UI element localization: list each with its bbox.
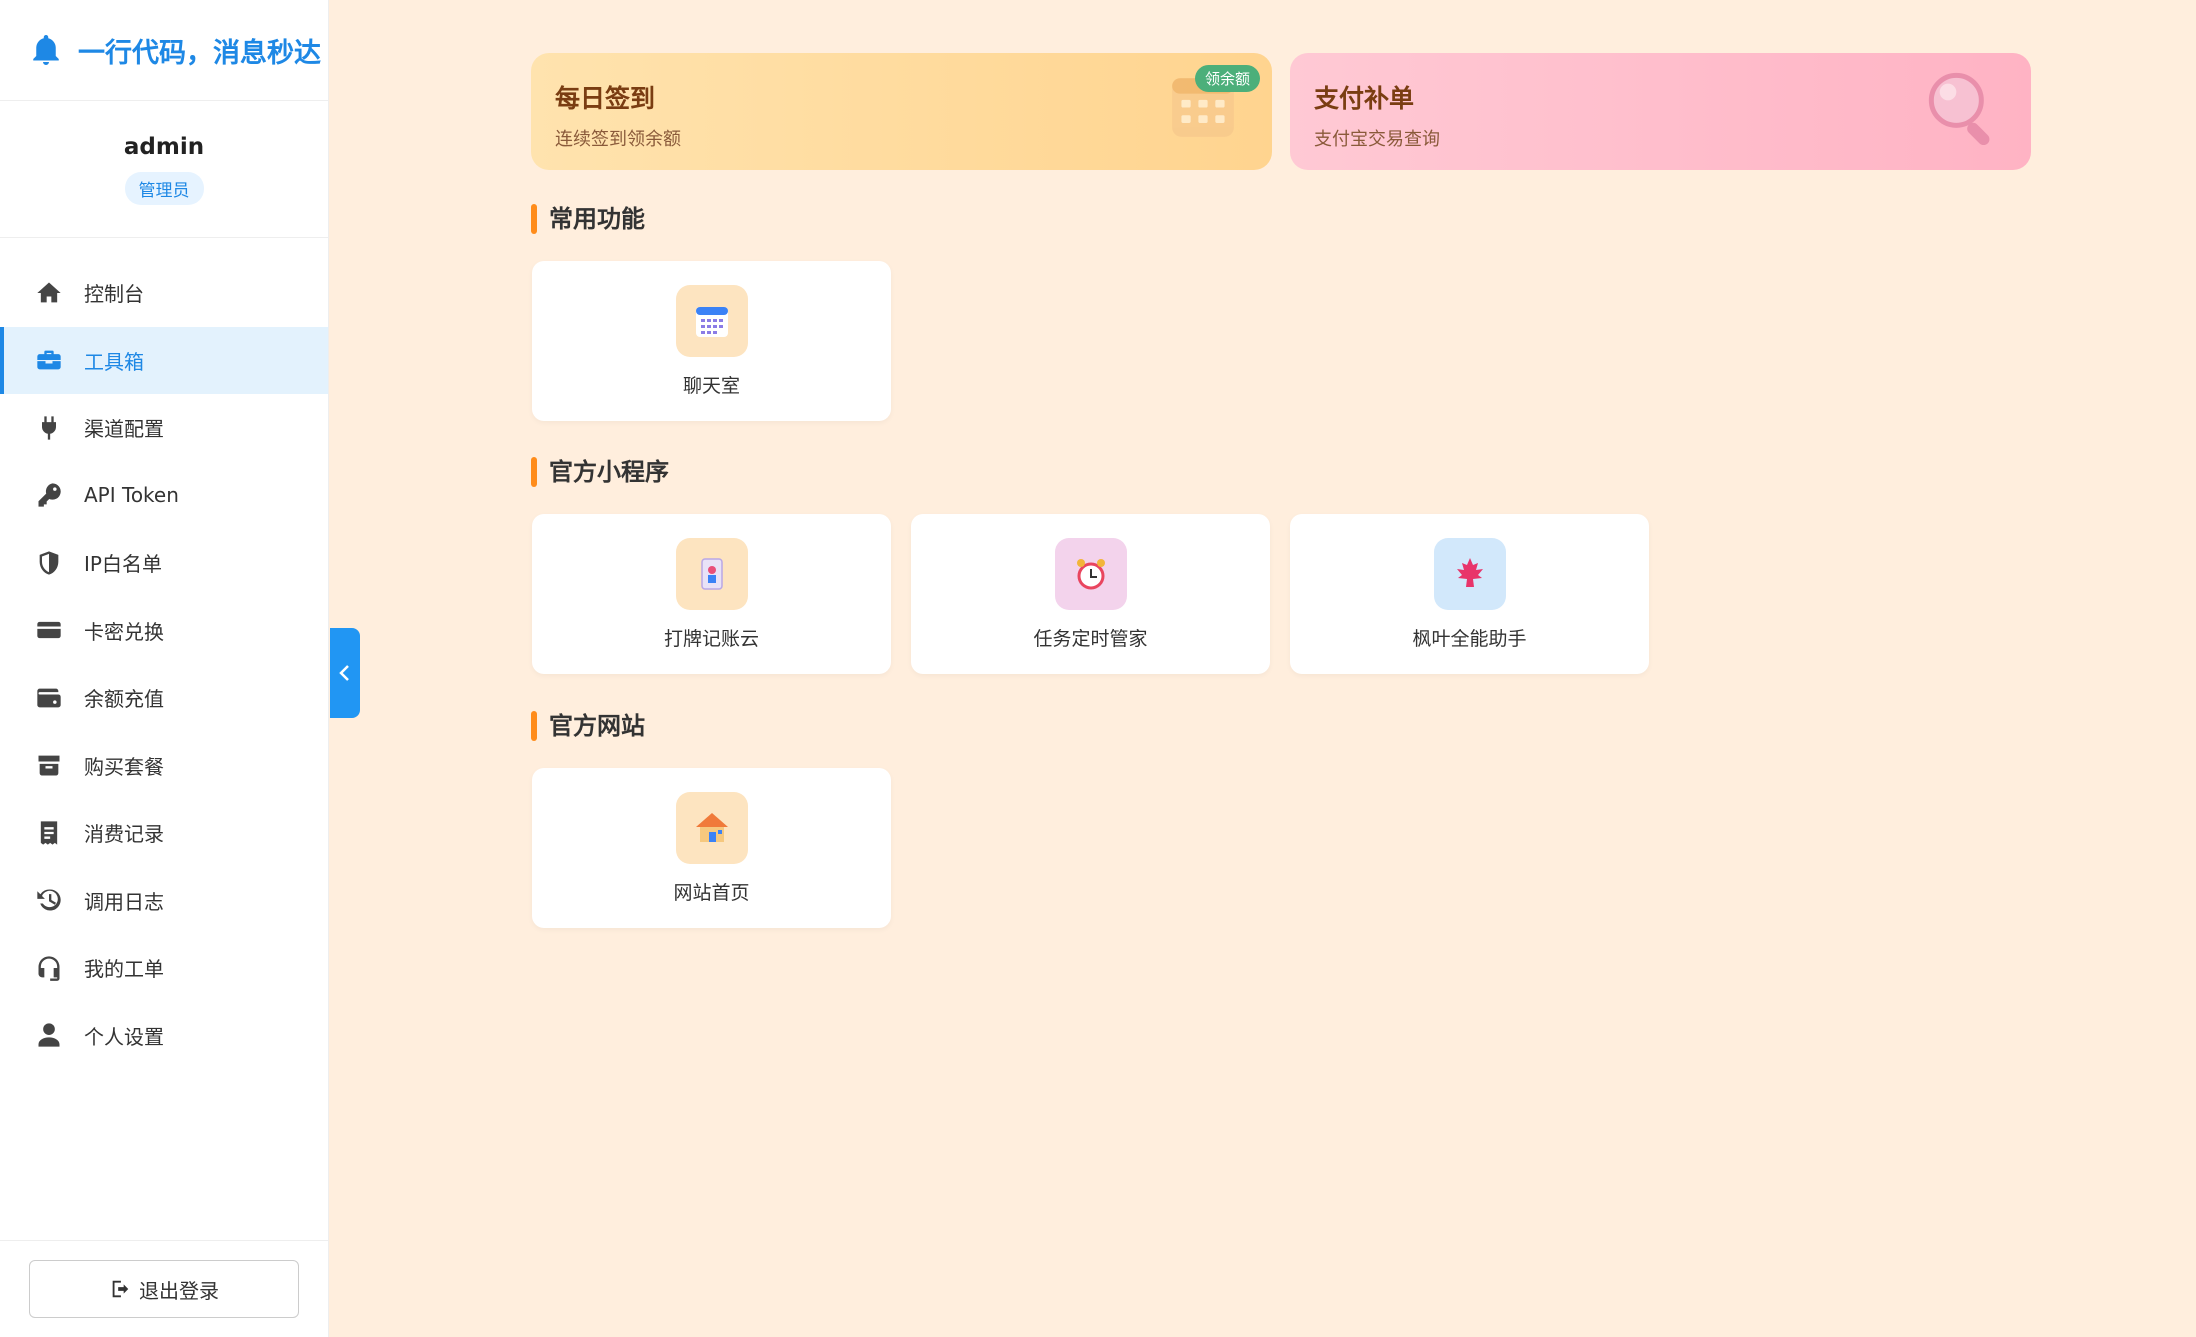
sidebar-menu: 控制台 工具箱 渠道配置 API Token IP白名单 卡密兑换 余额充值 购… xyxy=(0,238,328,1069)
tool-card-chat-room[interactable]: 聊天室 xyxy=(532,261,891,421)
logout-area: 退出登录 xyxy=(0,1240,328,1337)
magnifier-icon xyxy=(1928,72,1990,146)
sidebar-item-dashboard[interactable]: 控制台 xyxy=(0,259,328,327)
logout-button[interactable]: 退出登录 xyxy=(29,1260,299,1318)
collapse-sidebar-button[interactable] xyxy=(330,628,360,718)
sidebar-item-buy-plan[interactable]: 购买套餐 xyxy=(0,732,328,800)
chevron-left-icon xyxy=(339,665,349,681)
section-title-mini-programs: 官方小程序 xyxy=(531,457,669,487)
tool-card-task-scheduler[interactable]: 任务定时管家 xyxy=(911,514,1270,674)
tool-card-maple-assistant[interactable]: 枫叶全能助手 xyxy=(1290,514,1649,674)
sidebar-item-label: IP白名单 xyxy=(84,552,162,577)
card-label: 枫叶全能助手 xyxy=(1412,627,1527,650)
toolbox-icon xyxy=(34,345,64,375)
logout-label: 退出登录 xyxy=(139,1278,219,1303)
playing-card-icon xyxy=(675,537,748,610)
username: admin xyxy=(123,133,205,160)
home-icon xyxy=(34,278,64,308)
section-title-website: 官方网站 xyxy=(531,711,645,741)
card-label: 打牌记账云 xyxy=(663,627,759,650)
sidebar-item-ip-whitelist[interactable]: IP白名单 xyxy=(0,529,328,597)
sidebar-item-channels[interactable]: 渠道配置 xyxy=(0,394,328,462)
gift-box-icon xyxy=(34,750,64,780)
shield-icon xyxy=(34,548,64,578)
history-icon xyxy=(34,885,64,915)
sidebar-item-label: 我的工单 xyxy=(84,957,164,982)
wallet-icon xyxy=(34,683,64,713)
payment-reissue-banner[interactable]: 支付补单 支付宝交易查询 xyxy=(1290,53,2031,170)
calendar-icon xyxy=(675,284,748,357)
sidebar-item-toolbox[interactable]: 工具箱 xyxy=(0,326,328,394)
banner-title: 每日签到 xyxy=(555,84,656,113)
sidebar-item-label: 渠道配置 xyxy=(84,417,164,442)
app-title: 一行代码，消息秒达 xyxy=(78,37,321,69)
banner-subtitle: 支付宝交易查询 xyxy=(1314,129,1440,150)
sidebar-item-label: 控制台 xyxy=(84,282,144,307)
sidebar-item-label: 个人设置 xyxy=(84,1024,164,1049)
sidebar-item-label: 余额充值 xyxy=(84,687,164,712)
sidebar-item-recharge[interactable]: 余额充值 xyxy=(0,664,328,732)
claim-balance-badge: 领余额 xyxy=(1194,65,1260,92)
sidebar-item-label: API Token xyxy=(84,483,179,508)
section-title-common: 常用功能 xyxy=(531,204,645,234)
daily-sign-in-banner[interactable]: 每日签到 连续签到领余额 领余额 xyxy=(531,53,1272,170)
logo: 一行代码，消息秒达 xyxy=(0,0,328,101)
alarm-clock-icon xyxy=(1054,537,1127,610)
plug-icon xyxy=(34,413,64,443)
key-icon xyxy=(34,480,64,510)
house-icon xyxy=(675,791,748,864)
banner-subtitle: 连续签到领余额 xyxy=(555,129,681,150)
sign-out-icon xyxy=(112,1280,129,1298)
card-label: 任务定时管家 xyxy=(1033,627,1148,650)
sidebar-item-api-token[interactable]: API Token xyxy=(0,462,328,530)
role-badge: 管理员 xyxy=(124,171,204,205)
user-icon xyxy=(34,1020,64,1050)
sidebar-item-tickets[interactable]: 我的工单 xyxy=(0,934,328,1002)
sidebar-item-label: 购买套餐 xyxy=(84,754,164,779)
bell-icon xyxy=(33,35,59,65)
sidebar-item-settings[interactable]: 个人设置 xyxy=(0,1002,328,1070)
sidebar-item-label: 消费记录 xyxy=(84,822,164,847)
sidebar-item-label: 卡密兑换 xyxy=(84,619,164,644)
tool-card-homepage[interactable]: 网站首页 xyxy=(532,768,891,928)
sidebar-item-label: 调用日志 xyxy=(84,889,164,914)
sidebar-item-card-redeem[interactable]: 卡密兑换 xyxy=(0,597,328,665)
card-label: 聊天室 xyxy=(682,374,740,397)
user-profile: admin 管理员 xyxy=(0,101,328,238)
banner-title: 支付补单 xyxy=(1314,84,1415,113)
headset-icon xyxy=(34,953,64,983)
sidebar-item-label: 工具箱 xyxy=(84,349,144,374)
sidebar: 一行代码，消息秒达 admin 管理员 控制台 工具箱 渠道配置 API Tok… xyxy=(0,0,329,1337)
maple-leaf-icon xyxy=(1433,537,1506,610)
receipt-icon xyxy=(34,818,64,848)
card-icon xyxy=(34,615,64,645)
card-label: 网站首页 xyxy=(673,881,750,904)
tool-card-card-ledger[interactable]: 打牌记账云 xyxy=(532,514,891,674)
sidebar-item-call-log[interactable]: 调用日志 xyxy=(0,867,328,935)
sidebar-item-consumption[interactable]: 消费记录 xyxy=(0,799,328,867)
